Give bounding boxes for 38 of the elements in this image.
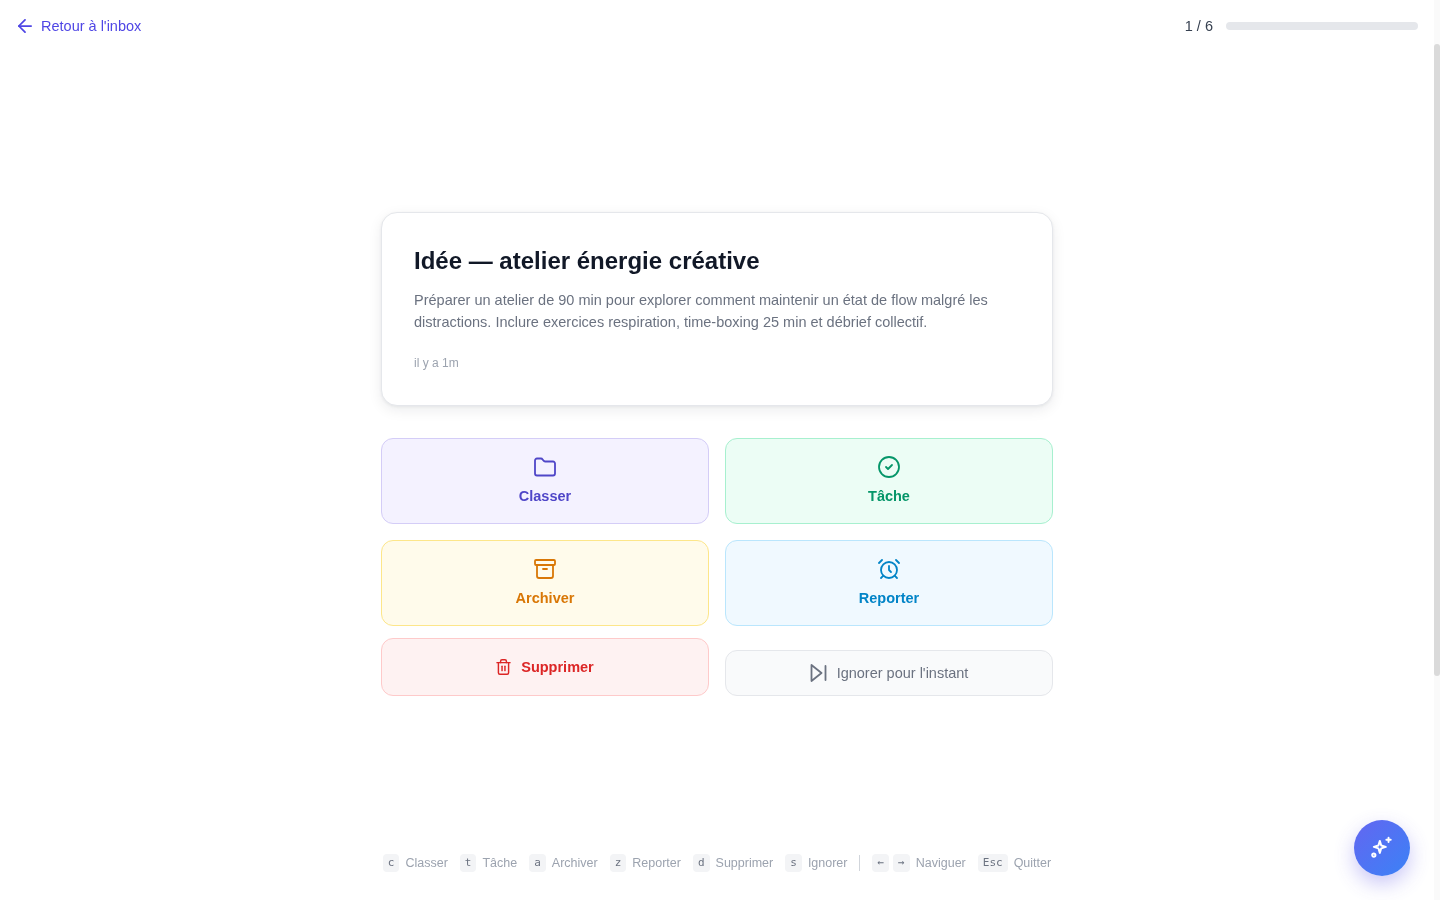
shortcut-label: Naviguer (915, 856, 966, 870)
keyboard-key: c (382, 854, 400, 872)
back-link[interactable]: Retour à l'inbox (18, 18, 142, 34)
keyboard-key: d (692, 854, 710, 872)
check-circle-icon (878, 456, 900, 478)
note-body: Préparer un atelier de 90 min pour explorer comment maintenir un état de flow malgré les distractions. Inclure exercices respiration, time-boxing 25 min et débrief collectif. (414, 291, 989, 332)
progress-counter: 1 / 6 (1184, 18, 1213, 34)
alarm-clock-icon (878, 558, 900, 580)
keyboard-key: z (609, 854, 627, 872)
shortcut-label: Classer (405, 856, 448, 870)
shortcut-label: Supprimer (715, 856, 774, 870)
action-button[interactable]: Classer (381, 438, 709, 524)
folder-icon (534, 456, 556, 478)
keyboard-key: → (893, 854, 910, 872)
trash-icon (496, 659, 512, 675)
shortcut-label: Reporter (632, 856, 681, 870)
sparkles-icon (1370, 836, 1394, 860)
scrollbar[interactable] (1434, 0, 1440, 900)
keyboard-key: t (459, 854, 477, 872)
shortcut-label: Quitter (1013, 856, 1052, 870)
action-button[interactable]: Supprimer (381, 638, 709, 696)
keyboard-key: ← (872, 854, 890, 872)
action-button[interactable]: Tâche (725, 438, 1053, 524)
keyboard-key: Esc (977, 854, 1008, 872)
action-button[interactable]: Archiver (381, 540, 709, 626)
action-button[interactable]: Ignorer pour l'instant (725, 650, 1053, 696)
note-title: Idée — atelier énergie créative (414, 246, 760, 276)
floating-action-button[interactable] (1354, 820, 1410, 876)
keyboard-key: a (529, 854, 546, 872)
note-timestamp: il y a 1m (414, 355, 459, 371)
keyboard-key: s (785, 854, 802, 872)
shortcut-label: Ignorer (807, 856, 848, 870)
skip-forward-icon (809, 664, 827, 682)
shortcut-label: Tâche (482, 856, 518, 870)
shortcut-label: Archiver (551, 856, 598, 870)
scrollbar-thumb[interactable] (1434, 44, 1440, 676)
action-button[interactable]: Reporter (725, 540, 1053, 626)
archive-box-icon (534, 558, 556, 580)
